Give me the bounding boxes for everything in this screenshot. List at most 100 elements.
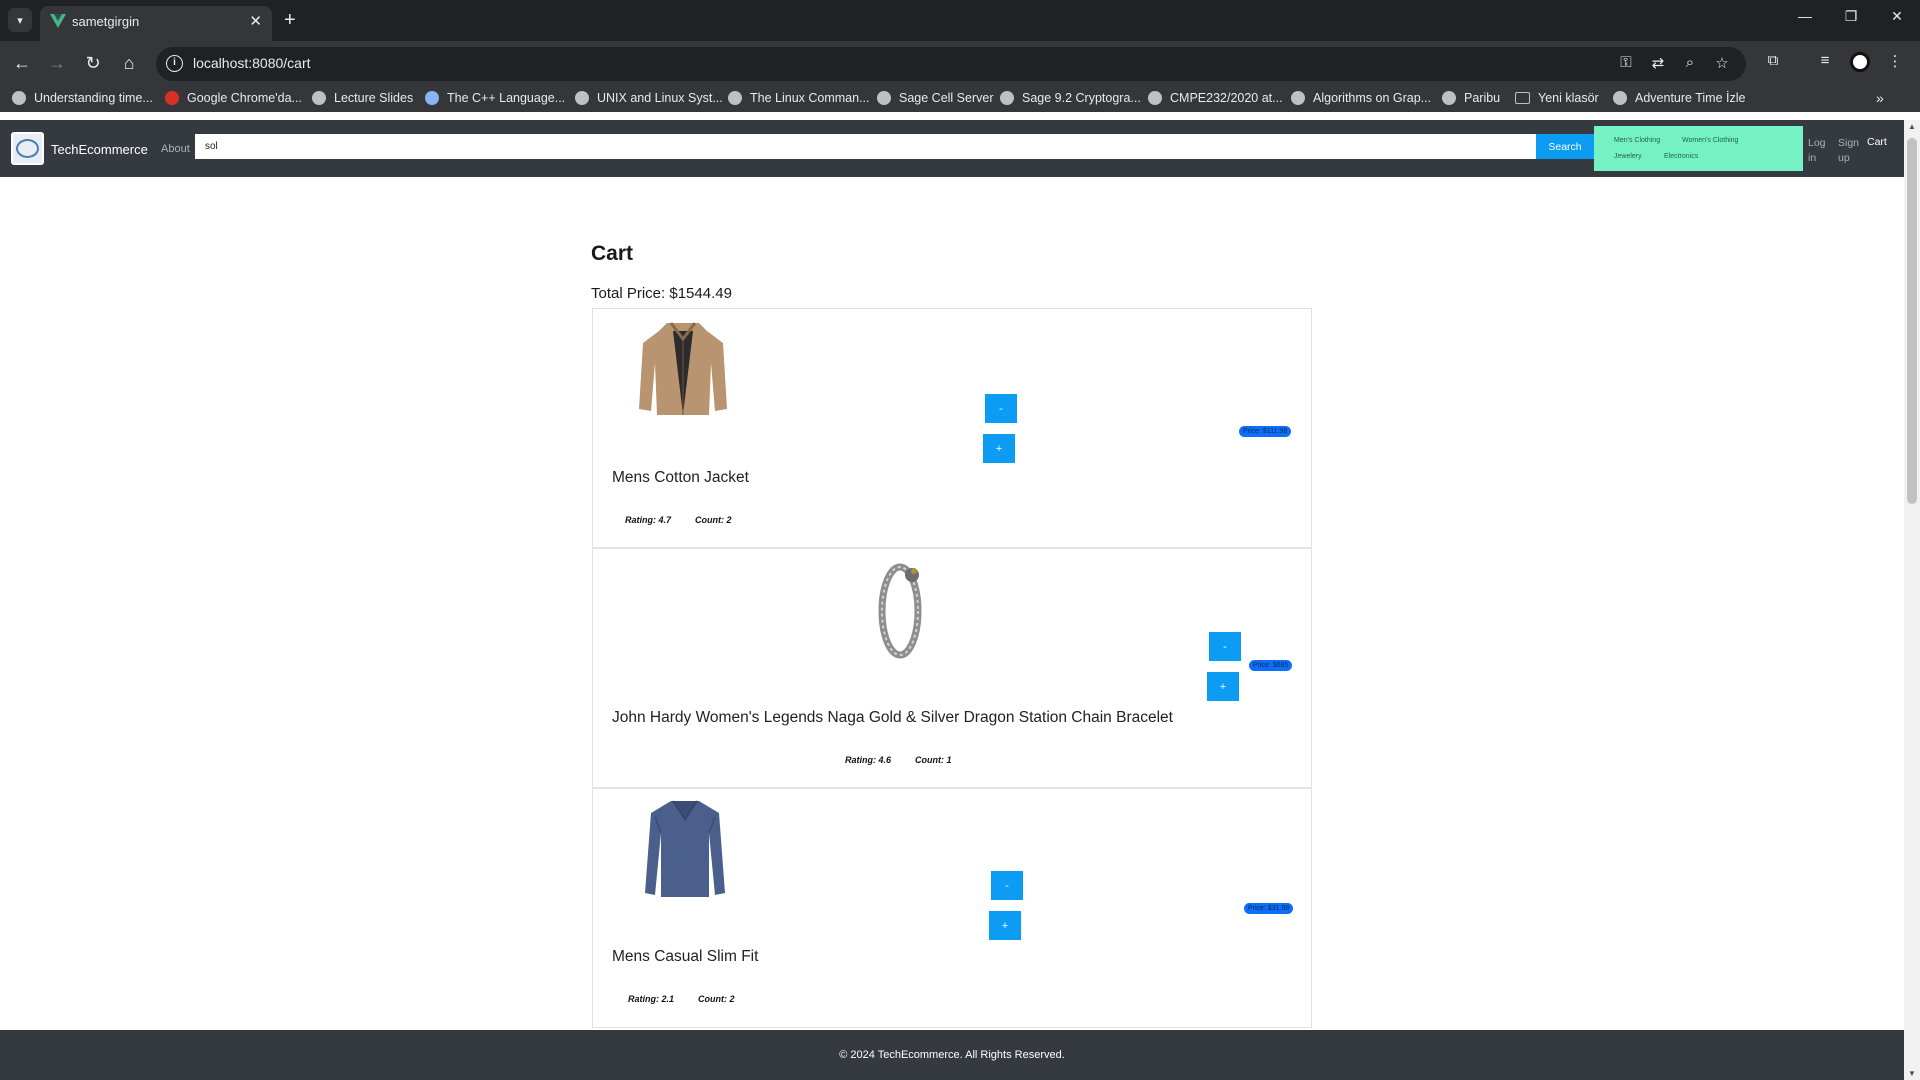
new-tab-plus-icon[interactable]: + [284,8,296,32]
increase-quantity-button[interactable]: + [989,911,1021,940]
address-url: localhost:8080/cart [193,55,311,71]
profile-avatar[interactable] [1850,52,1870,72]
translate-icon[interactable]: ⇄ [1648,54,1668,72]
home-icon[interactable]: ⌂ [117,51,141,75]
category-womens-clothing[interactable]: Women's Clothing [1682,137,1738,144]
address-bar[interactable]: i localhost:8080/cart ⚿ ⇄ ⌕ ☆ [156,47,1746,81]
browser-toolbar: ← → ↻ ⌂ i localhost:8080/cart ⚿ ⇄ ⌕ ☆ ⧉ … [0,41,1920,87]
product-count: Count: 2 [698,994,735,1004]
browser-menu-icon[interactable]: ⋮ [1884,52,1906,70]
browser-tab[interactable]: sametgirgin ✕ [40,6,272,41]
scroll-down-arrow-icon[interactable]: ▼ [1908,1069,1916,1078]
bracelet-image [878,563,922,659]
bookmark-item[interactable]: Yeni klasör [1515,91,1599,105]
bookmark-item[interactable]: Lecture Slides [312,91,413,105]
category-jewelery[interactable]: Jewelery [1614,153,1642,160]
forward-arrow-icon[interactable]: → [45,51,69,75]
signup-link[interactable]: Sign up [1838,136,1862,166]
globe-icon [877,91,891,105]
cart-item: - + Price: $111.98 Mens Cotton Jacket Ra… [592,308,1312,548]
bookmark-item[interactable]: The C++ Language... [425,91,565,105]
bookmark-label: The C++ Language... [447,91,566,105]
media-queue-icon[interactable]: ≡ [1814,52,1836,69]
bookmark-item[interactable]: Adventure Time İzle [1613,91,1745,105]
zoom-icon[interactable]: ⌕ [1680,54,1700,71]
bookmark-item[interactable]: CMPE232/2020 at... [1148,91,1283,105]
minimize-icon[interactable]: — [1782,8,1828,24]
decrease-quantity-button[interactable]: - [985,394,1017,423]
bookmark-item[interactable]: Sage 9.2 Cryptogra... [1000,91,1141,105]
product-rating: Rating: 4.6 [845,755,892,765]
bookmark-item[interactable]: Google Chrome'da... [165,91,302,105]
bookmark-label: Sage Cell Server [899,91,994,105]
bookmark-label: Understanding time... [34,91,153,105]
password-key-icon[interactable]: ⚿ [1616,54,1636,71]
bookmark-item[interactable]: Paribu [1442,91,1500,105]
bookmark-item[interactable]: Algorithms on Grap... [1291,91,1431,105]
globe-icon [575,91,589,105]
bookmark-label: The Linux Comman... [750,91,870,105]
tab-search-chevron-icon[interactable]: ▾ [8,8,32,32]
cart-link[interactable]: Cart [1867,136,1887,148]
site-navbar: TechEcommerce About Search Men's Clothin… [0,120,1904,177]
close-window-icon[interactable]: ✕ [1874,8,1920,25]
page-title: Cart [591,242,634,265]
globe-icon [312,91,326,105]
globe-icon [1000,91,1014,105]
jacket-image [639,322,727,415]
bookmark-item[interactable]: UNIX and Linux Syst... [575,91,723,105]
tab-title: sametgirgin [72,14,140,29]
category-electronics[interactable]: Electronics [1664,153,1698,160]
product-count: Count: 1 [915,755,952,765]
bookmark-label: Google Chrome'da... [187,91,302,105]
price-badge: Price: $111.98 [1239,426,1292,437]
bookmark-label: Lecture Slides [334,91,414,105]
bookmark-label: UNIX and Linux Syst... [597,91,723,105]
bookmark-label: CMPE232/2020 at... [1170,91,1283,105]
product-name: John Hardy Women's Legends Naga Gold & S… [612,709,1173,726]
browser-tab-bar: ▾ sametgirgin ✕ + — ❐ ✕ [0,0,1920,41]
globe-icon [1613,91,1627,105]
category-menu: Men's Clothing Women's Clothing Jewelery… [1594,126,1803,171]
login-link[interactable]: Log in [1808,136,1828,166]
increase-quantity-button[interactable]: + [1207,672,1239,701]
bookmark-star-icon[interactable]: ☆ [1712,54,1732,72]
globe-icon [1291,91,1305,105]
bookmarks-overflow-icon[interactable]: » [1876,90,1884,106]
bookmark-item[interactable]: Sage Cell Server [877,91,994,105]
site-footer: © 2024 TechEcommerce. All Rights Reserve… [0,1030,1904,1080]
brand-name[interactable]: TechEcommerce [51,142,148,157]
increase-quantity-button[interactable]: + [983,434,1015,463]
logo-emblem [16,139,39,158]
search-button[interactable]: Search [1536,134,1594,159]
reload-icon[interactable]: ↻ [81,51,105,75]
page-viewport: TechEcommerce About Search Men's Clothin… [0,120,1904,1080]
globe-icon [728,91,742,105]
product-name: Mens Cotton Jacket [612,469,749,486]
bookmark-item[interactable]: The Linux Comman... [728,91,870,105]
back-arrow-icon[interactable]: ← [10,51,34,75]
bookmark-label: Yeni klasör [1538,91,1599,105]
scroll-up-arrow-icon[interactable]: ▲ [1908,122,1916,131]
page-scrollbar[interactable]: ▲ ▼ [1904,120,1920,1080]
decrease-quantity-button[interactable]: - [1209,632,1241,661]
folder-icon [1515,92,1530,104]
globe-icon [1442,91,1456,105]
decrease-quantity-button[interactable]: - [991,871,1023,900]
vue-logo-icon [50,14,66,28]
globe-icon [12,91,26,105]
site-info-icon[interactable]: i [166,55,183,72]
price-badge: Price: $695 [1249,660,1293,671]
site-logo[interactable] [11,132,44,165]
category-mens-clothing[interactable]: Men's Clothing [1614,137,1660,144]
search-input[interactable] [195,134,1536,159]
extensions-puzzle-icon[interactable]: ⧉ [1762,52,1784,69]
product-rating: Rating: 4.7 [625,515,672,525]
globe-icon [425,91,439,105]
scrollbar-thumb[interactable] [1907,138,1917,504]
restore-icon[interactable]: ❐ [1828,8,1874,25]
nav-about-link[interactable]: About [161,143,190,155]
price-badge: Price: $31.98 [1244,903,1294,914]
tab-close-icon[interactable]: ✕ [249,12,262,30]
bookmark-item[interactable]: Understanding time... [12,91,153,105]
